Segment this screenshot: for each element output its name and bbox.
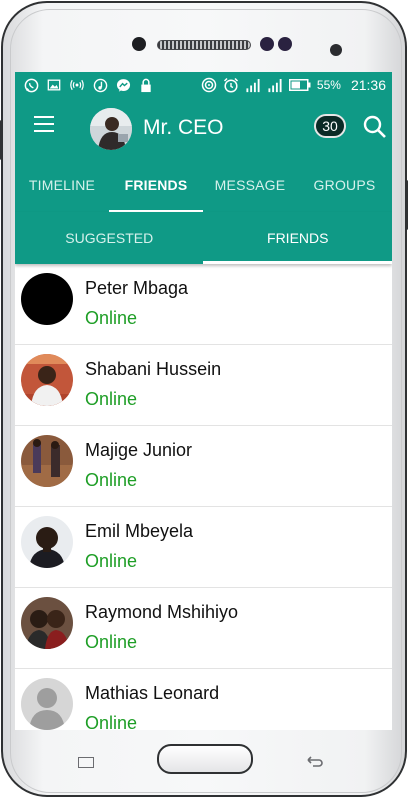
status-bar: 55% 21:36 [15, 72, 392, 98]
signal-icon [245, 77, 261, 93]
tab-groups[interactable]: GROUPS [297, 158, 392, 212]
tab-label: MESSAGE [214, 177, 286, 193]
avatar [21, 516, 73, 568]
friends-list: Peter Mbaga Online Shabani Hussein Onlin… [15, 264, 392, 730]
default-avatar-icon [21, 678, 73, 730]
list-item[interactable]: Shabani Hussein Online [15, 345, 392, 426]
avatar [21, 273, 73, 325]
search-icon[interactable] [362, 114, 388, 140]
back-icon[interactable] [304, 753, 324, 769]
clock: 21:36 [350, 77, 386, 93]
hotspot-icon [69, 77, 85, 93]
tab-message[interactable]: MESSAGE [203, 158, 297, 212]
tab-friends[interactable]: FRIENDS [109, 158, 203, 212]
proximity-sensor-icon [330, 44, 342, 56]
app-bar: Mr. CEO 30 [15, 98, 392, 158]
messenger-icon [115, 77, 131, 93]
power-button [0, 120, 3, 160]
avatar[interactable] [90, 108, 132, 150]
friend-name: Shabani Hussein [85, 359, 222, 379]
earpiece-speaker [157, 40, 251, 50]
signal-4g-icon [267, 77, 283, 93]
lock-icon [138, 77, 154, 93]
friend-name: Raymond Mshihiyo [85, 602, 239, 622]
notification-icons [23, 77, 154, 93]
front-camera-icon [132, 37, 146, 51]
main-tabs: TIMELINE FRIENDS MESSAGE GROUPS [15, 158, 392, 212]
list-item[interactable]: Raymond Mshihiyo Online [15, 588, 392, 669]
recent-apps-icon[interactable] [78, 757, 94, 768]
battery-icon [288, 77, 311, 93]
list-item[interactable]: Majige Junior Online [15, 426, 392, 507]
sensor-icon [260, 37, 274, 51]
friend-status: Online [85, 632, 138, 652]
avatar [21, 435, 73, 487]
page-title: Mr. CEO [143, 116, 224, 139]
friend-name: Mathias Leonard [85, 683, 220, 703]
friend-status: Online [85, 713, 138, 730]
system-indicators: 55% 21:36 [201, 77, 386, 93]
tab-timeline[interactable]: TIMELINE [15, 158, 109, 212]
subtab-label: SUGGESTED [65, 230, 154, 246]
notification-count-badge[interactable]: 30 [314, 114, 346, 138]
tab-label: FRIENDS [124, 177, 188, 193]
friend-name: Peter Mbaga [85, 278, 189, 298]
avatar [21, 597, 73, 649]
friend-status: Online [85, 470, 138, 490]
list-item[interactable]: Peter Mbaga Online [15, 264, 392, 345]
friend-status: Online [85, 308, 138, 328]
friend-name: Emil Mbeyela [85, 521, 194, 541]
battery-percent: 55% [316, 78, 341, 92]
image-icon [46, 77, 62, 93]
friend-status: Online [85, 551, 138, 571]
subtab-suggested[interactable]: SUGGESTED [15, 212, 204, 264]
subtab-label: FRIENDS [267, 230, 329, 246]
friend-name: Majige Junior [85, 440, 193, 460]
friend-status: Online [85, 389, 138, 409]
whatsapp-icon [23, 77, 39, 93]
avatar [21, 354, 73, 406]
sensor-icon [278, 37, 292, 51]
home-button[interactable] [157, 744, 253, 774]
list-item[interactable]: Mathias Leonard Online [15, 669, 392, 730]
menu-icon[interactable] [34, 116, 54, 132]
screen: 55% 21:36 Mr. CEO 30 TIMELINE FRIENDS ME… [15, 72, 392, 730]
cast-icon [201, 77, 217, 93]
music-icon [92, 77, 108, 93]
subtab-friends[interactable]: FRIENDS [204, 212, 393, 264]
tab-label: GROUPS [313, 177, 376, 193]
volume-button [405, 180, 408, 230]
tab-label: TIMELINE [28, 177, 96, 193]
alarm-icon [223, 77, 239, 93]
sub-tabs: SUGGESTED FRIENDS [15, 212, 392, 264]
list-item[interactable]: Emil Mbeyela Online [15, 507, 392, 588]
